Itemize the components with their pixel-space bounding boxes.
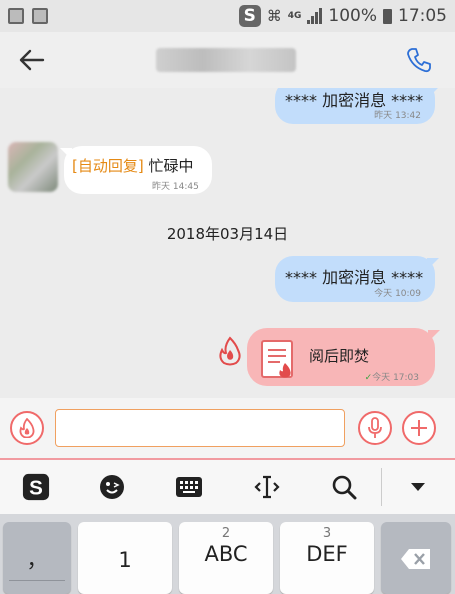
message-timestamp: 昨天 13:42 <box>374 111 421 121</box>
svg-text:S: S <box>29 476 43 499</box>
flame-icon <box>19 418 35 438</box>
battery-icon <box>383 8 392 24</box>
date-separator: 2018年03月14日 <box>166 225 289 243</box>
microphone-icon <box>368 417 382 438</box>
keyboard-icon <box>176 477 202 497</box>
network-type: 4G <box>287 11 302 21</box>
clock: 17:05 <box>398 6 447 26</box>
keyboard-switch-button[interactable] <box>175 473 203 501</box>
arrow-left-icon <box>19 49 45 71</box>
message-text: 阅后即焚 <box>309 347 370 365</box>
image-notification-icon <box>32 8 48 24</box>
avatar[interactable] <box>8 142 58 192</box>
message-bubble[interactable]: **** 加密消息 **** 今天 10:09 <box>275 256 435 302</box>
message-timestamp: ✓今天 17:03 <box>364 373 419 383</box>
toolbar-divider <box>381 468 382 506</box>
key-abc[interactable]: 2 ABC <box>179 522 273 594</box>
ime-toolbar: S <box>0 460 455 514</box>
backspace-icon <box>401 549 430 569</box>
collapse-keyboard-button[interactable] <box>404 473 432 501</box>
key-def[interactable]: 3 DEF <box>280 522 374 594</box>
emoji-icon <box>100 475 124 499</box>
burn-message-bubble[interactable]: 阅后即焚 ✓今天 17:03 <box>247 328 435 386</box>
key-1[interactable]: 1 <box>78 522 172 594</box>
chat-header <box>0 32 455 88</box>
search-button[interactable] <box>330 473 358 501</box>
add-attachment-button[interactable] <box>402 411 436 445</box>
message-input-bar <box>0 398 455 460</box>
bubble-tail <box>428 330 440 342</box>
keyboard: ， 1 2 ABC 3 DEF <box>0 514 455 594</box>
chat-area[interactable]: **** 加密消息 **** 昨天 13:42 [自动回复] 忙碌中 昨天 14… <box>0 88 455 398</box>
plus-icon <box>411 420 427 436</box>
message-timestamp: 今天 10:09 <box>374 289 421 299</box>
status-bar: S ⌘ 4G 100% 17:05 <box>0 0 455 32</box>
phone-icon <box>407 48 431 73</box>
call-button[interactable] <box>405 46 433 74</box>
search-icon <box>332 475 357 500</box>
sogou-ime-status-icon: S <box>238 5 261 27</box>
signal-icon <box>307 8 323 24</box>
emoji-button[interactable] <box>98 473 126 501</box>
sogou-logo-icon: S <box>22 473 50 501</box>
bubble-tail <box>427 258 439 270</box>
document-icon <box>261 340 293 378</box>
collapse-icon <box>411 483 425 491</box>
message-bubble[interactable]: **** 加密消息 **** 昨天 13:42 <box>275 88 435 124</box>
auto-reply-tag: [自动回复] <box>72 157 144 175</box>
message-bubble[interactable]: [自动回复] 忙碌中 昨天 14:45 <box>64 146 212 194</box>
contact-name-blurred <box>156 48 296 72</box>
back-button[interactable] <box>0 32 64 88</box>
message-timestamp: 昨天 14:45 <box>152 182 199 192</box>
voice-button[interactable] <box>358 411 392 445</box>
cursor-icon <box>254 475 280 499</box>
burn-mode-button[interactable] <box>10 411 44 445</box>
bubble-tail <box>428 88 438 98</box>
message-input[interactable] <box>55 409 345 447</box>
key-punctuation[interactable]: ， <box>3 522 71 594</box>
ime-logo-button[interactable]: S <box>22 473 50 501</box>
cursor-button[interactable] <box>253 473 281 501</box>
delete-key[interactable] <box>381 522 451 594</box>
wifi-icon: ⌘ <box>266 7 282 25</box>
battery-level: 100% <box>328 6 377 26</box>
message-text: **** 加密消息 **** <box>285 268 424 287</box>
gallery-notification-icon <box>8 8 24 24</box>
burn-icon[interactable] <box>216 336 244 366</box>
message-text: [自动回复] 忙碌中 <box>72 157 194 175</box>
